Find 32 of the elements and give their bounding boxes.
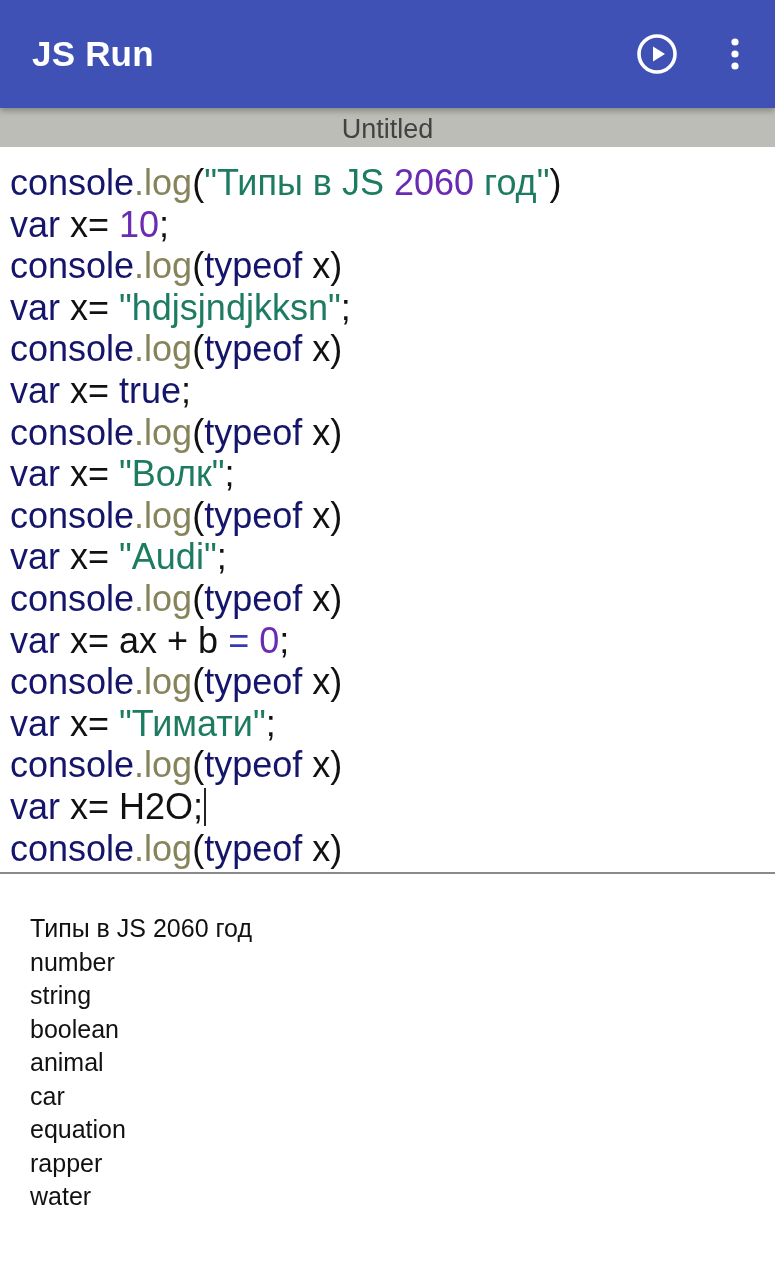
code-line: console.log("Типы в JS 2060 год") <box>10 162 562 204</box>
output-line: water <box>30 1181 92 1212</box>
code-line: console.log(typeof x) <box>10 494 343 537</box>
more-options-button[interactable] <box>731 38 739 70</box>
output-line: number <box>30 946 115 978</box>
code-line: console.log(typeof x) <box>10 661 343 703</box>
code-line: var x= "Волк"; <box>10 453 235 495</box>
code-line: console.log(typeof x) <box>10 577 343 620</box>
code-line: var x= "hdjsjndjkksn"; <box>10 286 351 329</box>
output-line: animal <box>30 1047 104 1078</box>
code-line: var x= "Тимати"; <box>10 702 276 745</box>
code-line: console.log(typeof x) <box>10 744 343 786</box>
code-line: var x= "Audi"; <box>10 536 227 578</box>
output-line: rapper <box>30 1147 103 1179</box>
code-line: var x= true; <box>10 369 192 412</box>
code-line: console.log(typeof x) <box>10 411 343 454</box>
play-icon <box>637 34 677 74</box>
output-line: car <box>30 1080 65 1112</box>
app-title: JS Run <box>32 34 154 74</box>
run-button[interactable] <box>637 34 677 74</box>
output-line: string <box>30 980 92 1011</box>
document-title-bar: Untitled <box>0 108 775 147</box>
code-line: var x= 10; <box>10 203 170 246</box>
output-line: boolean <box>30 1013 119 1045</box>
more-icon <box>731 38 739 70</box>
code-line: var x= H2O; <box>10 785 207 828</box>
code-line: var x= ax + b = 0; <box>10 619 290 662</box>
code-line: console.log(typeof x) <box>10 245 343 287</box>
output-line: Типы в JS 2060 год <box>30 913 252 944</box>
code-line: console.log(typeof x) <box>10 328 343 370</box>
code-line: console.log(typeof x) <box>10 827 343 870</box>
output-line: equation <box>30 1114 126 1145</box>
